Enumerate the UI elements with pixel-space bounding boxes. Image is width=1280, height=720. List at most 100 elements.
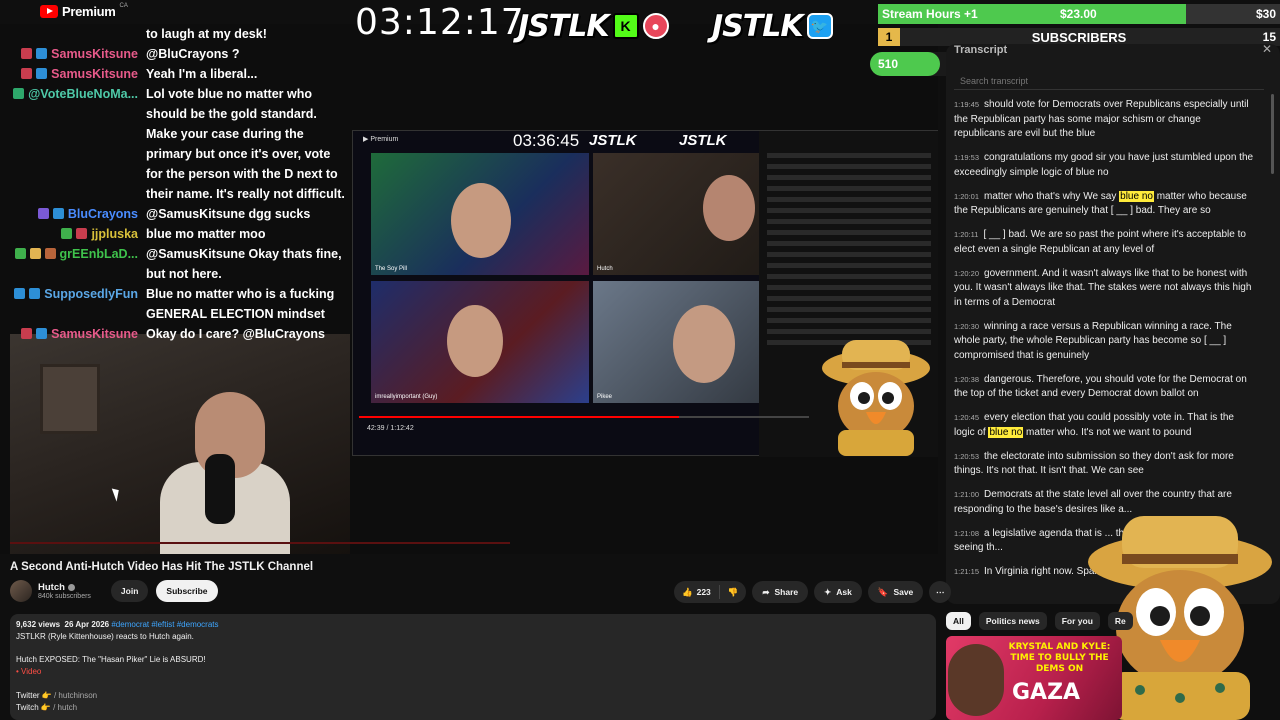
chat-message: to laugh at my desk! xyxy=(10,24,350,44)
chat-text: Yeah I'm a liberal... xyxy=(146,67,258,81)
logo-word: Premium xyxy=(62,3,116,19)
save-button[interactable]: 🔖 Save xyxy=(867,581,924,603)
close-icon[interactable]: ✕ xyxy=(1262,44,1272,56)
inner-yt-logo: ▶ Premium xyxy=(363,136,399,143)
avatar[interactable] xyxy=(10,580,32,602)
segment-timestamp[interactable]: 1:20:11 xyxy=(954,230,978,239)
save-label: Save xyxy=(893,587,914,597)
join-button[interactable]: Join xyxy=(110,580,149,602)
inner-clock: 03:36:45 xyxy=(513,131,580,150)
video-owner-row: Hutch 840k subscribers Join Subscribe xyxy=(10,580,218,602)
chat-text: Blue no matter who is a fucking GENERAL … xyxy=(146,287,335,321)
chat-user-name: SupposedlyFun xyxy=(44,287,138,301)
transcript-segment[interactable]: 1:19:53 congratulations my good sir you h… xyxy=(954,151,1254,180)
channel-name[interactable]: Hutch xyxy=(38,582,65,593)
segment-timestamp[interactable]: 1:21:15 xyxy=(954,567,979,576)
segment-timestamp[interactable]: 1:21:08 xyxy=(954,529,979,538)
transcript-search-input[interactable] xyxy=(954,72,1264,90)
brand-logo-twitter: JSTLK 🐦 xyxy=(712,8,833,44)
thumbnail-title: KRYSTAL AND KYLE: TIME TO BULLY THE DEMS… xyxy=(1008,642,1111,674)
record-icon: ● xyxy=(642,13,669,39)
chat-message: SupposedlyFun Blue no matter who is a fuc… xyxy=(10,284,350,324)
view-count: 9,632 views xyxy=(16,620,61,629)
chat-badge-icon xyxy=(37,208,49,219)
segment-timestamp[interactable]: 1:19:45 xyxy=(954,100,979,109)
recommended-video-thumbnail[interactable]: KRYSTAL AND KYLE: TIME TO BULLY THE DEMS… xyxy=(946,636,1122,720)
description-line: JSTLKR (Ryle Kittenhouse) reacts to Hutc… xyxy=(16,631,194,641)
player-controls[interactable] xyxy=(0,534,938,554)
inner-brand-left: JSTLK xyxy=(589,132,637,149)
segment-timestamp[interactable]: 1:21:00 xyxy=(954,490,979,499)
ask-button[interactable]: ✦ Ask xyxy=(814,581,862,603)
face xyxy=(447,305,503,377)
video-description[interactable]: 9,632 views 26 Apr 2026 #democrat #lefti… xyxy=(10,614,936,720)
thumbnail-big-word: GAZA xyxy=(1012,680,1081,705)
like-button[interactable]: 👍 223 xyxy=(674,585,720,599)
chat-message: grEEnbLaD... @SamusKitsune Okay thats fin… xyxy=(10,244,350,284)
share-button[interactable]: ➦ Share xyxy=(752,581,809,603)
chat-badge-icon xyxy=(29,288,41,299)
chat-user-name: SamusKitsune xyxy=(51,47,138,61)
segment-timestamp[interactable]: 1:20:01 xyxy=(954,192,979,201)
more-options-button[interactable]: ⋯ xyxy=(929,581,952,603)
thumbnail-face xyxy=(948,644,1004,716)
transcript-segment[interactable]: 1:20:20 government. And it wasn't always … xyxy=(954,267,1254,311)
share-icon: ➦ xyxy=(762,586,770,597)
kick-icon: K xyxy=(612,13,639,39)
chat-text: to laugh at my desk! xyxy=(146,27,267,41)
logo-country: CA xyxy=(119,3,128,9)
chat-user-name: @VoteBlueNoMa... xyxy=(28,87,138,101)
chat-username: SamusKitsune xyxy=(10,44,146,64)
thumbs-up-icon: 👍 xyxy=(682,586,693,597)
segment-timestamp[interactable]: 1:20:30 xyxy=(954,322,979,331)
face xyxy=(451,183,511,258)
transcript-segment[interactable]: 1:19:45 should vote for Democrats over Re… xyxy=(954,98,1254,142)
transcript-segment[interactable]: 1:20:01 matter who that's why We say blue… xyxy=(954,190,1254,219)
chat-badge-icon xyxy=(29,248,41,259)
transcript-segment[interactable]: 1:20:11[ __ ] bad. We are so past the po… xyxy=(954,228,1254,257)
chat-user-name: SamusKitsune xyxy=(51,327,138,341)
twitch-link[interactable]: / hutch xyxy=(53,703,77,712)
chat-text: @SamusKitsune dgg sucks xyxy=(146,207,311,221)
player-progress-bar[interactable] xyxy=(10,542,510,544)
brand-text: JSTLK xyxy=(712,8,804,44)
subscribe-button[interactable]: Subscribe xyxy=(156,580,218,602)
hashtags[interactable]: #democrat #leftist #democrats xyxy=(111,620,218,629)
video-link[interactable]: • Video xyxy=(16,666,930,678)
chat-message: SamusKitsune Okay do I care? @BluCrayons xyxy=(10,324,350,344)
goal-amount: $23.00 xyxy=(1060,7,1097,21)
chip-all[interactable]: All xyxy=(946,612,971,630)
tile-label: imreallyimportant (Guy) xyxy=(375,394,438,400)
chat-badge-icon xyxy=(61,228,73,239)
subscriber-count: 840k subscribers xyxy=(38,593,91,600)
video-tile-3: imreallyimportant (Guy) xyxy=(371,281,589,403)
chat-badge-icon xyxy=(52,208,64,219)
video-actions: 👍 223 👎 ➦ Share ✦ Ask 🔖 Save ⋯ xyxy=(674,581,952,603)
segment-timestamp[interactable]: 1:20:45 xyxy=(954,413,979,422)
inner-player-time: 42:39 / 1:12:42 xyxy=(367,425,414,432)
segment-timestamp[interactable]: 1:20:38 xyxy=(954,375,979,384)
chip-politics-news[interactable]: Politics news xyxy=(978,612,1047,630)
segment-timestamp[interactable]: 1:20:53 xyxy=(954,452,979,461)
chat-badge-icon xyxy=(14,288,26,299)
chat-message: BluCrayons @SamusKitsune dgg sucks xyxy=(10,204,350,224)
subscribers-max: 15 xyxy=(1262,30,1276,44)
segment-timestamp[interactable]: 1:20:20 xyxy=(954,269,979,278)
chip-for-you[interactable]: For you xyxy=(1054,612,1100,630)
scrollbar[interactable] xyxy=(1271,94,1274,174)
transcript-segment[interactable]: 1:20:53 the electorate into submission so… xyxy=(954,450,1254,479)
twitter-link[interactable]: / hutchinson xyxy=(54,691,97,700)
face xyxy=(703,175,755,241)
segment-timestamp[interactable]: 1:19:53 xyxy=(954,153,979,162)
transcript-segment[interactable]: 1:20:30 winning a race versus a Republica… xyxy=(954,320,1254,364)
transcript-segment[interactable]: 1:20:45 every election that you could pos… xyxy=(954,411,1254,440)
twitter-icon: 🐦 xyxy=(806,13,833,39)
dislike-button[interactable]: 👎 xyxy=(720,587,747,598)
subscribers-label: SUBSCRIBERS xyxy=(1031,29,1127,45)
chat-user-name: jjpluska xyxy=(91,227,138,241)
microphone xyxy=(205,454,235,524)
chat-badge-icon xyxy=(36,68,48,79)
transcript-segment[interactable]: 1:20:38 dangerous. Therefore, you should … xyxy=(954,373,1254,402)
chip-related[interactable]: Re xyxy=(1107,612,1133,630)
youtube-premium-logo[interactable]: Premium CA xyxy=(40,2,128,20)
